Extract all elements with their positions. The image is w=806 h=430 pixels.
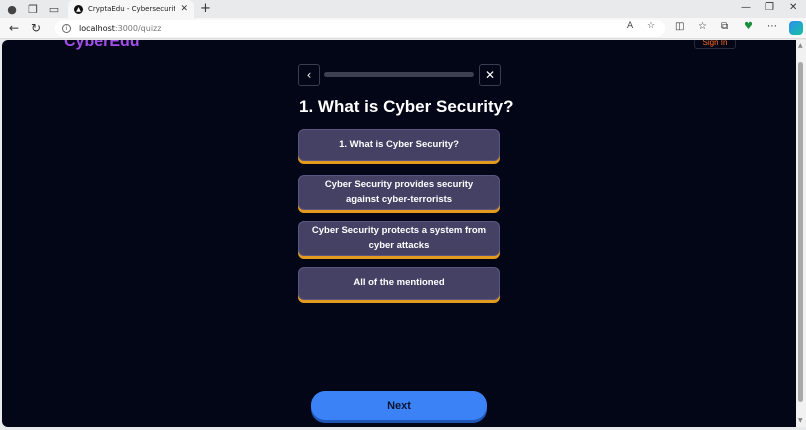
workspaces-icon[interactable]: ❐ — [25, 2, 41, 16]
tab-favicon-icon: ▲ — [74, 4, 83, 14]
url-text: localhost:3000/quizz — [79, 24, 161, 33]
answer-option-1[interactable]: 1. What is Cyber Security? — [298, 129, 500, 161]
collections-icon[interactable]: ⧉ — [721, 21, 728, 32]
answer-option-2[interactable]: Cyber Security provides security against… — [298, 175, 500, 210]
scroll-down-icon[interactable]: ▼ — [798, 417, 803, 424]
page-scrollbar[interactable]: ▲ ▼ — [796, 40, 806, 427]
window-close-icon[interactable]: ✕ — [789, 2, 797, 13]
answer-option-4[interactable]: All of the mentioned — [298, 267, 500, 300]
sign-in-button[interactable]: Sign In — [694, 40, 736, 49]
profile-icon[interactable]: ● — [4, 2, 20, 16]
favorites-icon[interactable]: ☆ — [698, 21, 707, 32]
scrollbar-thumb[interactable] — [798, 62, 803, 402]
browser-toolbar: ← ↻ i localhost:3000/quizz A ☆ ◫ ☆ ⧉ ♥ ⋯ — [0, 18, 806, 39]
next-button[interactable]: Next — [311, 391, 487, 420]
question-title: 1. What is Cyber Security? — [299, 97, 514, 116]
tab-title: CryptaEdu - Cybersecurity Prevention — [88, 5, 176, 13]
browser-tab[interactable]: ▲ CryptaEdu - Cybersecurity Prevention ✕ — [68, 0, 194, 18]
copilot-icon[interactable] — [789, 21, 803, 35]
quiz-back-button[interactable]: ‹ — [298, 64, 320, 86]
minimize-icon[interactable]: — — [741, 2, 751, 13]
quiz-close-button[interactable]: ✕ — [479, 64, 501, 86]
info-icon[interactable]: i — [62, 24, 71, 33]
back-icon[interactable]: ← — [9, 21, 19, 35]
refresh-icon[interactable]: ↻ — [31, 21, 41, 35]
tab-actions-icon[interactable]: ▭ — [46, 2, 62, 16]
close-icon: ✕ — [484, 68, 496, 82]
new-tab-icon[interactable]: + — [200, 1, 211, 16]
page-viewport: CyberEdu Sign In ‹ ✕ 1. What is Cyber Se… — [2, 40, 796, 427]
url-path: :3000/quizz — [114, 24, 162, 33]
tab-close-icon[interactable]: ✕ — [180, 4, 188, 14]
address-bar[interactable]: i localhost:3000/quizz A ☆ — [55, 20, 665, 37]
quiz-progress-bar — [324, 72, 474, 77]
chevron-left-icon: ‹ — [306, 68, 312, 82]
favorite-icon[interactable]: ☆ — [647, 21, 655, 31]
scroll-up-icon[interactable]: ▲ — [798, 42, 803, 49]
read-aloud-icon[interactable]: A — [627, 21, 633, 31]
url-host: localhost — [79, 24, 115, 33]
browser-tab-bar: ● ❐ ▭ ▲ CryptaEdu - Cybersecurity Preven… — [0, 0, 806, 18]
restore-icon[interactable]: ❐ — [765, 2, 774, 13]
answer-option-3[interactable]: Cyber Security protects a system from cy… — [298, 221, 500, 256]
more-icon[interactable]: ⋯ — [767, 21, 777, 32]
site-logo[interactable]: CyberEdu — [64, 40, 140, 51]
browser-essentials-icon[interactable]: ♥ — [744, 21, 753, 32]
split-screen-icon[interactable]: ◫ — [675, 21, 684, 32]
